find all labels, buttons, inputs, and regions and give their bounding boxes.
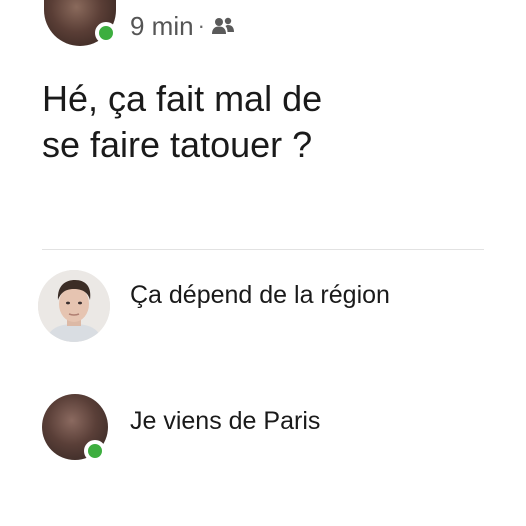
reply-text: Ça dépend de la région: [130, 281, 390, 309]
online-status-dot: [84, 440, 106, 462]
reply-item[interactable]: Je viens de Paris: [38, 394, 498, 468]
divider: [42, 249, 484, 250]
post-text-line-2: se faire tatouer ?: [42, 124, 313, 165]
reply-author-avatar[interactable]: [38, 270, 110, 342]
reply-item[interactable]: Ça dépend de la région: [38, 270, 498, 342]
post-meta: 9 min ·: [130, 9, 235, 43]
post-time: 9 min: [130, 10, 194, 41]
avatar-photo: [38, 270, 110, 342]
meta-separator: ·: [197, 13, 205, 38]
conversation-view: 9 min · Hé, ça fait mal de se faire tato…: [0, 0, 526, 526]
post-text: Hé, ça fait mal de se faire tatouer ?: [42, 76, 462, 168]
group-icon: [211, 16, 235, 36]
reply-text: Je viens de Paris: [130, 407, 321, 435]
post-text-line-1: Hé, ça fait mal de: [42, 78, 323, 119]
online-status-dot: [95, 22, 117, 44]
post-author-avatar-wrap[interactable]: [44, 0, 120, 46]
